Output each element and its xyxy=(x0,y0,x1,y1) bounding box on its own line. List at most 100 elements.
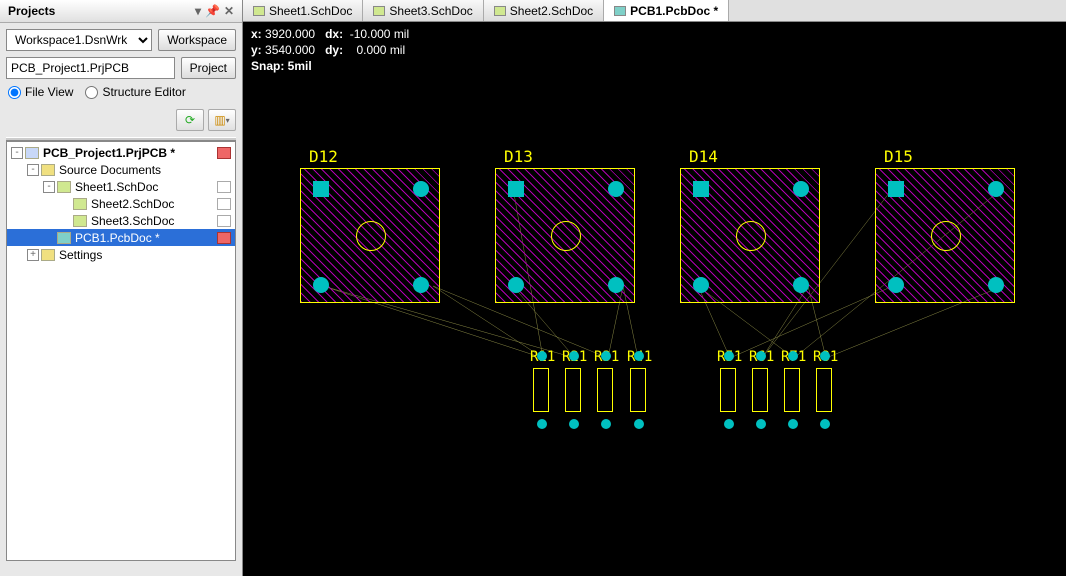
pad[interactable] xyxy=(537,351,547,361)
pad[interactable] xyxy=(888,181,904,197)
project-button[interactable]: Project xyxy=(181,57,236,79)
tab-label: Sheet1.SchDoc xyxy=(269,4,352,18)
designator-label: D13 xyxy=(504,147,533,166)
tab-icon xyxy=(614,6,626,16)
pad[interactable] xyxy=(793,181,809,197)
component-R11[interactable]: R11 xyxy=(533,368,549,412)
pad[interactable] xyxy=(820,419,830,429)
project-tree[interactable]: -PCB_Project1.PrjPCB *-Source Documents-… xyxy=(6,141,236,561)
tree-item[interactable]: Sheet3.SchDoc xyxy=(7,212,235,229)
workspace-button[interactable]: Workspace xyxy=(158,29,236,51)
project-field[interactable] xyxy=(6,57,175,79)
structure-editor-radio[interactable]: Structure Editor xyxy=(85,85,185,99)
document-tab[interactable]: Sheet3.SchDoc xyxy=(363,0,483,21)
tab-icon xyxy=(494,6,506,16)
pad[interactable] xyxy=(601,419,611,429)
status-icon xyxy=(217,215,231,227)
editor-area: Sheet1.SchDoc Sheet3.SchDoc Sheet2.SchDocP… xyxy=(243,0,1066,576)
tree-expander[interactable]: - xyxy=(43,181,55,193)
designator-label: D15 xyxy=(884,147,913,166)
tree-expander[interactable]: + xyxy=(27,249,39,261)
file-icon xyxy=(25,147,39,159)
pcb-canvas[interactable]: D12 D13 D14 D15 R11 R21 R31 R41 R51 R61 R71 R81 xyxy=(243,78,1066,576)
projects-panel: Projects ▾ 📌 ✕ Workspace1.DsnWrk Workspa… xyxy=(0,0,243,576)
options-button[interactable]: ▥▾ xyxy=(208,109,236,131)
pad[interactable] xyxy=(508,277,524,293)
tree-item[interactable]: +Settings xyxy=(7,246,235,263)
document-tab[interactable]: Sheet2.SchDoc xyxy=(484,0,604,21)
close-panel-icon[interactable]: ✕ xyxy=(224,4,234,18)
pad[interactable] xyxy=(693,277,709,293)
folder-icon: ▥ xyxy=(214,113,225,127)
component-D12[interactable]: D12 xyxy=(300,168,440,303)
pad[interactable] xyxy=(988,181,1004,197)
pad[interactable] xyxy=(608,277,624,293)
document-tab[interactable]: Sheet1.SchDoc xyxy=(243,0,363,21)
ratsnest-wires xyxy=(243,78,1066,576)
component-R51[interactable]: R51 xyxy=(720,368,736,412)
pad[interactable] xyxy=(313,277,329,293)
pad[interactable] xyxy=(313,181,329,197)
tab-icon xyxy=(373,6,385,16)
tree-label: Sheet3.SchDoc xyxy=(91,214,178,228)
document-tabs: Sheet1.SchDoc Sheet3.SchDoc Sheet2.SchDocP… xyxy=(243,0,1066,22)
tree-item[interactable]: PCB1.PcbDoc * xyxy=(7,229,235,246)
file-icon xyxy=(57,232,71,244)
file-icon xyxy=(73,198,87,210)
status-icon xyxy=(217,181,231,193)
tree-label: Sheet2.SchDoc xyxy=(91,197,178,211)
pad[interactable] xyxy=(608,181,624,197)
pad[interactable] xyxy=(820,351,830,361)
pad[interactable] xyxy=(413,277,429,293)
panel-header: Projects ▾ 📌 ✕ xyxy=(0,0,242,23)
pad[interactable] xyxy=(788,419,798,429)
pad[interactable] xyxy=(569,419,579,429)
pad[interactable] xyxy=(508,181,524,197)
component-R71[interactable]: R71 xyxy=(784,368,800,412)
tree-expander[interactable]: - xyxy=(27,164,39,176)
pad[interactable] xyxy=(756,351,766,361)
status-icon xyxy=(217,198,231,210)
pad[interactable] xyxy=(569,351,579,361)
tree-label: PCB1.PcbDoc * xyxy=(75,231,164,245)
pad[interactable] xyxy=(601,351,611,361)
panel-title-text: Projects xyxy=(8,4,55,18)
component-R21[interactable]: R21 xyxy=(565,368,581,412)
tab-label: Sheet3.SchDoc xyxy=(389,4,472,18)
tree-item[interactable]: - Source Documents xyxy=(7,161,235,178)
component-R31[interactable]: R31 xyxy=(597,368,613,412)
pad[interactable] xyxy=(724,351,734,361)
component-D14[interactable]: D14 xyxy=(680,168,820,303)
pad[interactable] xyxy=(888,277,904,293)
pad[interactable] xyxy=(413,181,429,197)
component-R41[interactable]: R41 xyxy=(630,368,646,412)
component-D13[interactable]: D13 xyxy=(495,168,635,303)
tree-item[interactable]: -PCB_Project1.PrjPCB * xyxy=(7,144,235,161)
pad[interactable] xyxy=(756,419,766,429)
pad[interactable] xyxy=(793,277,809,293)
dropdown-icon[interactable]: ▾ xyxy=(195,4,201,18)
document-tab[interactable]: PCB1.PcbDoc * xyxy=(604,0,729,21)
pad[interactable] xyxy=(988,277,1004,293)
pad[interactable] xyxy=(634,351,644,361)
tree-label: Source Documents xyxy=(59,163,165,177)
refresh-button[interactable]: ⟳ xyxy=(176,109,204,131)
component-D15[interactable]: D15 xyxy=(875,168,1015,303)
file-icon xyxy=(41,164,55,176)
file-view-radio[interactable]: File View xyxy=(8,85,73,99)
designator-label: D12 xyxy=(309,147,338,166)
component-R81[interactable]: R81 xyxy=(816,368,832,412)
tab-icon xyxy=(253,6,265,16)
pad[interactable] xyxy=(724,419,734,429)
pad[interactable] xyxy=(693,181,709,197)
pad[interactable] xyxy=(788,351,798,361)
workspace-select[interactable]: Workspace1.DsnWrk xyxy=(6,29,152,51)
component-R61[interactable]: R61 xyxy=(752,368,768,412)
tree-expander[interactable]: - xyxy=(11,147,23,159)
pad[interactable] xyxy=(634,419,644,429)
tree-item[interactable]: - Sheet1.SchDoc xyxy=(7,178,235,195)
pin-icon[interactable]: 📌 xyxy=(205,4,220,18)
tree-label: Sheet1.SchDoc xyxy=(75,180,162,194)
pad[interactable] xyxy=(537,419,547,429)
tree-item[interactable]: Sheet2.SchDoc xyxy=(7,195,235,212)
